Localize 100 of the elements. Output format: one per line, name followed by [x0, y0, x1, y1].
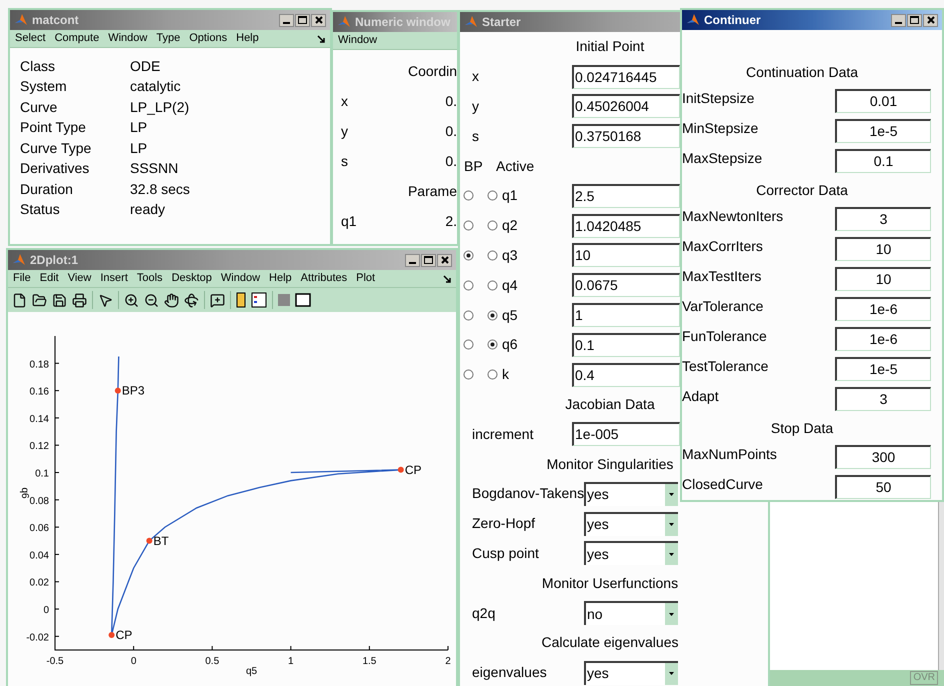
info-label: Curve [20, 98, 58, 117]
input-field[interactable]: 50 [835, 475, 931, 499]
save-icon[interactable] [52, 292, 67, 308]
hand-icon[interactable] [164, 292, 179, 308]
new-file-icon[interactable] [12, 292, 27, 308]
input-field[interactable]: 0.45026004 [572, 94, 680, 118]
info-value: ready [130, 200, 166, 220]
radio-button[interactable] [487, 250, 498, 261]
input-field[interactable]: 1e-5 [835, 357, 931, 381]
minimize-button[interactable] [279, 14, 294, 26]
input-field[interactable]: 1e-005 [572, 422, 680, 446]
radio-button[interactable] [487, 369, 498, 380]
input-field[interactable]: 1e-6 [835, 297, 931, 321]
close-button[interactable] [437, 254, 452, 266]
dock-arrow-icon[interactable] [443, 274, 451, 282]
printer-icon[interactable] [72, 292, 87, 308]
menu-item[interactable]: Options [189, 30, 228, 47]
info-value: ODE [130, 56, 160, 76]
maximize-button[interactable] [295, 14, 310, 26]
app-logo-icon [686, 13, 700, 27]
column-label: BP [463, 156, 484, 176]
field-label: MaxNumPoints [682, 445, 778, 464]
menu-item[interactable]: Compute [54, 30, 100, 47]
dropdown[interactable]: yes [584, 482, 678, 506]
zoom-out-icon[interactable] [144, 292, 159, 308]
menu-item[interactable]: File [13, 270, 31, 287]
dropdown[interactable]: yes [584, 660, 678, 685]
radio-button[interactable] [487, 280, 498, 291]
menu-item[interactable]: Edit [40, 270, 59, 287]
input-field[interactable]: 3 [835, 207, 931, 231]
dropdown[interactable]: yes [584, 541, 678, 566]
rotate-icon[interactable] [184, 292, 199, 308]
section-heading: Corrector Data [756, 180, 848, 200]
minimize-button[interactable] [891, 14, 906, 26]
menu-item[interactable]: Help [269, 270, 292, 287]
window-title: matcont [32, 12, 79, 29]
input-field[interactable]: 0.3750168 [572, 124, 680, 148]
menu-item[interactable]: Help [236, 30, 259, 47]
menu-item[interactable]: Window [220, 270, 260, 287]
input-field[interactable]: 1e-6 [835, 327, 931, 351]
radio-button[interactable] [463, 369, 474, 380]
minimize-button[interactable] [405, 254, 420, 266]
menu-item[interactable]: Plot [356, 270, 376, 287]
folder-icon[interactable] [32, 292, 47, 308]
input-field[interactable]: 0.0675 [572, 273, 680, 298]
colorbar-icon[interactable] [236, 292, 246, 308]
dropdown[interactable]: no [584, 601, 678, 626]
radio-button[interactable] [487, 339, 498, 350]
input-field[interactable]: 3 [835, 387, 931, 411]
input-field[interactable]: 0.1 [835, 149, 931, 173]
input-field[interactable]: 0.4 [572, 362, 680, 387]
input-field[interactable]: 1e-5 [835, 119, 931, 143]
variable-value: 0. [445, 122, 457, 140]
menu-item[interactable]: Desktop [172, 270, 212, 287]
input-field[interactable]: 10 [835, 267, 931, 291]
status-indicator: OVR [910, 671, 938, 685]
input-field[interactable]: 0.01 [835, 89, 931, 113]
input-field[interactable]: 10 [572, 243, 680, 268]
input-field[interactable]: 10 [835, 237, 931, 261]
input-field[interactable]: 0.1 [572, 332, 680, 357]
zoom-in-icon[interactable] [124, 292, 139, 308]
menu-item[interactable]: Select [15, 30, 46, 47]
radio-button[interactable] [487, 310, 498, 321]
input-field[interactable]: 2.5 [572, 184, 680, 208]
scrollbar[interactable] [938, 500, 944, 670]
data-cursor-icon[interactable] [210, 292, 225, 308]
radio-button[interactable] [487, 190, 498, 202]
menu-item[interactable]: View [68, 270, 92, 287]
menu-item[interactable]: Insert [100, 270, 128, 287]
field-label: MaxNewtonIters [682, 207, 784, 226]
menu-item[interactable]: Attributes [300, 270, 348, 287]
dock-arrow-icon[interactable] [317, 34, 325, 42]
radio-button[interactable] [463, 220, 474, 232]
menu-item[interactable]: Window [108, 30, 148, 47]
menu-item[interactable]: Type [156, 30, 180, 47]
pointer-icon[interactable] [98, 292, 113, 308]
field-label: q2q [471, 604, 496, 623]
close-button[interactable] [923, 14, 938, 26]
menu-item[interactable]: Window [338, 32, 378, 49]
tick-label: 0.04 [30, 550, 49, 562]
close-button[interactable] [311, 14, 326, 26]
radio-button[interactable] [463, 280, 474, 291]
radio-button[interactable] [463, 190, 474, 202]
field-label: x [471, 67, 480, 86]
input-field[interactable]: 1.0420485 [572, 214, 680, 238]
radio-button[interactable] [463, 339, 474, 350]
menu-item[interactable]: Tools [136, 270, 163, 287]
dropdown[interactable]: yes [584, 512, 678, 536]
frame-icon[interactable] [295, 293, 311, 307]
input-field[interactable]: 300 [835, 445, 931, 469]
maximize-button[interactable] [907, 14, 922, 26]
maximize-button[interactable] [421, 254, 436, 266]
legend-icon[interactable] [251, 292, 267, 308]
input-field[interactable]: 1 [572, 303, 680, 328]
window-title: Continuer [704, 12, 761, 29]
input-field[interactable]: 0.024716445 [572, 64, 680, 89]
radio-button[interactable] [487, 220, 498, 232]
radio-button[interactable] [463, 310, 474, 321]
section-heading: Stop Data [770, 418, 834, 438]
radio-button[interactable] [463, 250, 474, 261]
